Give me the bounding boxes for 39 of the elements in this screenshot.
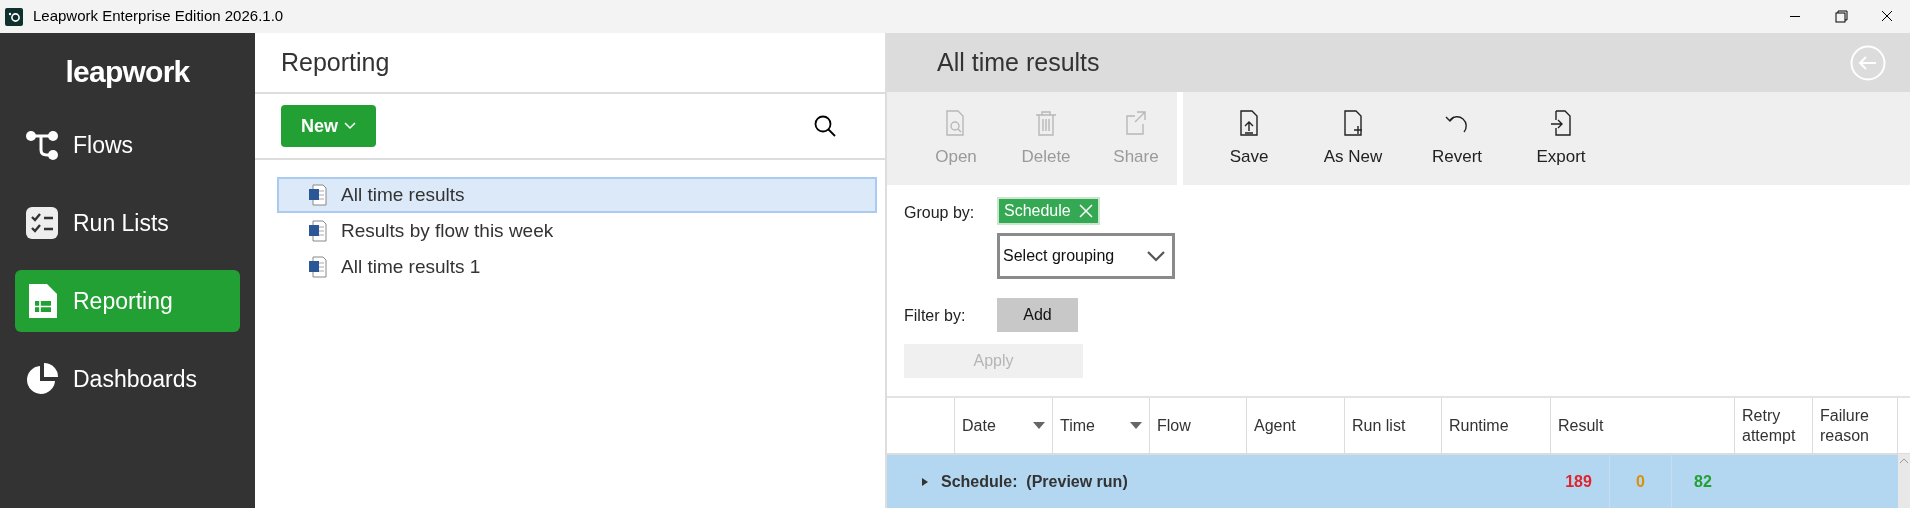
close-icon[interactable] (1078, 204, 1093, 218)
field-label: Group by: (904, 203, 976, 223)
expand-triangle-icon[interactable] (922, 477, 928, 486)
grouping-select[interactable]: Select grouping (997, 233, 1175, 279)
report-file-icon (309, 220, 327, 242)
result-count: 0 (1610, 454, 1672, 508)
toolbar-button[interactable]: Save (1201, 98, 1297, 179)
result-count: 82 (1693, 471, 1713, 492)
chevron-down-icon (1147, 250, 1165, 262)
toolbar-button[interactable]: Revert (1409, 98, 1505, 179)
logo: leapwork (64, 54, 191, 90)
window-title: Leapwork Enterprise Edition 2026.1.0 (33, 6, 284, 27)
report-item[interactable]: Results by flow this week (277, 213, 877, 249)
group-row[interactable]: Schedule: (Preview run) 189 0 82 (887, 453, 1910, 508)
panel-title: Reporting (281, 46, 390, 78)
field-label: Filter by: (904, 306, 967, 326)
flow-icon (25, 128, 59, 162)
chevron-up-icon[interactable] (1900, 458, 1908, 463)
report-title: All time results (937, 46, 1100, 78)
report-file-icon (309, 184, 327, 206)
result-count: 189 (1548, 454, 1610, 508)
add-button[interactable]: Add (997, 298, 1078, 332)
chevron-down-icon (344, 122, 356, 130)
toolbar-button[interactable]: Export (1513, 98, 1609, 179)
sort-down-icon[interactable] (1033, 422, 1045, 429)
nav-item[interactable]: Dashboards (15, 348, 240, 410)
report-file-icon (309, 256, 327, 278)
sort-down-icon[interactable] (1130, 422, 1142, 429)
report-item[interactable]: All time results (277, 177, 877, 213)
search-icon[interactable] (813, 114, 837, 138)
toolbar-button[interactable]: As New (1305, 98, 1401, 179)
report-item[interactable]: All time results 1 (277, 249, 877, 285)
nav-item[interactable]: Flows (15, 114, 240, 176)
checklist-icon (25, 206, 59, 240)
pie-chart-icon (25, 362, 59, 396)
scrollbar[interactable] (1898, 454, 1910, 508)
app-icon (5, 7, 23, 26)
nav-item[interactable]: Run Lists (15, 192, 240, 254)
group-label: Schedule: (Preview run) (941, 471, 1129, 492)
